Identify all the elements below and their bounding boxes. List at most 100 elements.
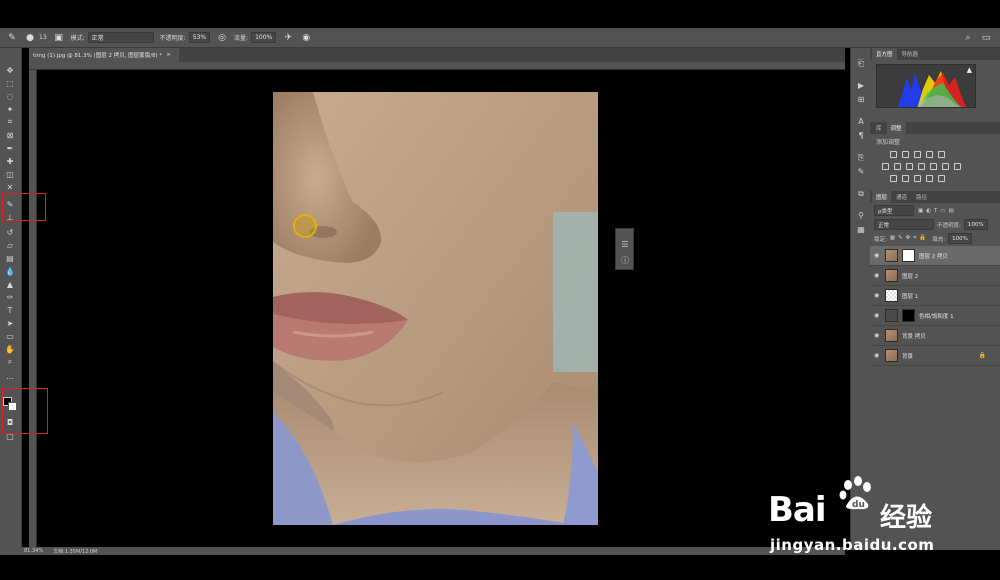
brush-preset-picker[interactable]: ● 13 xyxy=(24,32,47,44)
text-tool-icon[interactable]: T xyxy=(3,304,17,316)
horizontal-ruler[interactable] xyxy=(29,62,845,70)
threshold-icon[interactable] xyxy=(914,175,921,182)
gradient-map-icon[interactable] xyxy=(938,175,945,182)
gradient-tool-icon[interactable]: ▤ xyxy=(3,252,17,264)
pen-tool-icon[interactable]: ✑ xyxy=(3,291,17,303)
invert-icon[interactable] xyxy=(890,175,897,182)
dodge-tool-icon[interactable]: ▲ xyxy=(3,278,17,290)
clone-source-icon[interactable]: ⎘ xyxy=(855,152,867,163)
close-tab-icon[interactable]: × xyxy=(166,52,171,58)
color-balance-icon[interactable] xyxy=(894,163,901,170)
patch-tool-icon[interactable]: ◫ xyxy=(3,168,17,180)
document-tab[interactable]: timg (1).jpg @ 81.3% (图层 2 拷贝, 图层蒙版/8) *… xyxy=(29,48,179,62)
layer-row[interactable]: ◉ 色相/饱和度 1 xyxy=(870,306,1000,326)
hue-saturation-icon[interactable] xyxy=(882,163,889,170)
curves-icon[interactable] xyxy=(914,151,921,158)
path-select-icon[interactable]: ➤ xyxy=(3,317,17,329)
tab-paths[interactable]: 路径 xyxy=(912,191,931,203)
levels-icon[interactable] xyxy=(902,151,909,158)
exposure-icon[interactable] xyxy=(926,151,933,158)
search-icon[interactable]: ⌕ xyxy=(962,32,974,44)
more-tools-icon[interactable]: … xyxy=(3,370,17,382)
brightness-icon[interactable] xyxy=(890,151,897,158)
layer-row[interactable]: ◉ 背景 拷贝 xyxy=(870,326,1000,346)
brush-tool-icon[interactable]: ✎ xyxy=(6,32,18,44)
tab-navigator[interactable]: 导航器 xyxy=(898,48,923,60)
quick-select-icon[interactable]: ✦ xyxy=(3,103,17,115)
swatches-icon[interactable]: ▦ xyxy=(855,224,867,235)
visibility-eye-icon[interactable]: ◉ xyxy=(874,312,881,319)
document-image[interactable] xyxy=(273,92,598,525)
pressure-opacity-icon[interactable]: ◎ xyxy=(216,32,228,44)
warning-icon[interactable]: ▲ xyxy=(967,66,972,74)
layer-name[interactable]: 图层 2 拷贝 xyxy=(919,252,948,260)
photo-filter-icon[interactable] xyxy=(918,163,925,170)
lock-icons[interactable]: ▦✎✥⌗🔒 xyxy=(890,235,929,242)
layer-mask-thumbnail[interactable] xyxy=(902,309,915,322)
tab-histogram[interactable]: 直方图 xyxy=(872,48,897,60)
mode-select[interactable]: 正常 xyxy=(87,32,154,43)
vibrance-icon[interactable] xyxy=(938,151,945,158)
tab-adjustments[interactable]: 调整 xyxy=(886,122,906,134)
black-white-icon[interactable] xyxy=(906,163,913,170)
layer-row[interactable]: ◉ 图层 1 xyxy=(870,286,1000,306)
hand-tool-icon[interactable]: ✋ xyxy=(3,343,17,355)
marquee-tool-icon[interactable]: ⬚ xyxy=(3,77,17,89)
visibility-eye-icon[interactable]: ◉ xyxy=(874,252,881,259)
paragraph-panel-icon[interactable]: ¶ xyxy=(855,130,867,141)
crop-tool-icon[interactable]: ⌗ xyxy=(3,116,17,128)
frame-tool-icon[interactable]: ⊠ xyxy=(3,129,17,141)
color-lookup-icon[interactable] xyxy=(942,163,949,170)
channel-mixer-icon[interactable] xyxy=(930,163,937,170)
visibility-eye-icon[interactable]: ◉ xyxy=(874,292,881,299)
selective-color-icon[interactable] xyxy=(926,175,933,182)
visibility-eye-icon[interactable]: ◉ xyxy=(874,352,881,359)
eraser-icon[interactable]: ▱ xyxy=(3,239,17,251)
layer-row[interactable]: ◉ 图层 2 xyxy=(870,266,1000,286)
pressure-size-icon[interactable]: ◉ xyxy=(300,32,312,44)
opacity-input[interactable]: 53% xyxy=(188,32,211,43)
shape-tool-icon[interactable]: ▭ xyxy=(3,330,17,342)
lasso-tool-icon[interactable]: ◌ xyxy=(3,90,17,102)
blur-tool-icon[interactable]: 💧 xyxy=(3,265,17,277)
tab-channels[interactable]: 通道 xyxy=(892,191,911,203)
flow-input[interactable]: 100% xyxy=(251,32,277,43)
layer-name[interactable]: 图层 2 xyxy=(902,272,918,280)
eyedropper-icon[interactable]: ✒ xyxy=(3,142,17,154)
properties-panel-icon[interactable]: ⚲ xyxy=(855,210,867,221)
brush-settings-icon[interactable]: ⊞ xyxy=(855,94,867,105)
info-icon[interactable]: ⓘ xyxy=(619,255,631,266)
layer-name[interactable]: 色相/饱和度 1 xyxy=(919,312,954,320)
layer-row[interactable]: ◉ 图层 2 拷贝 xyxy=(870,246,1000,266)
fill-input[interactable]: 100% xyxy=(948,233,972,244)
posterize-icon[interactable] xyxy=(902,175,909,182)
character-panel-icon[interactable]: A xyxy=(855,116,867,127)
layer-name[interactable]: 背景 拷贝 xyxy=(902,332,926,340)
tab-libraries[interactable]: 库 xyxy=(872,122,886,134)
zoom-tool-icon[interactable]: ⌕ xyxy=(3,356,17,368)
libraries-icon[interactable]: ⧉ xyxy=(855,188,867,199)
brush-panel-icon[interactable]: ▣ xyxy=(53,32,65,44)
visibility-eye-icon[interactable]: ◉ xyxy=(874,272,881,279)
grid-icon[interactable] xyxy=(954,163,961,170)
vertical-ruler[interactable] xyxy=(29,70,37,547)
tool-presets-icon[interactable]: ✎ xyxy=(855,166,867,177)
zoom-level[interactable]: 81.34% xyxy=(24,548,43,554)
layer-name[interactable]: 图层 1 xyxy=(902,292,918,300)
history-panel-icon[interactable]: ⎗ xyxy=(855,58,867,69)
layer-row[interactable]: ◉ 背景 🔒 xyxy=(870,346,1000,366)
layer-filter-select[interactable]: ρ类型 xyxy=(874,205,914,216)
layer-name[interactable]: 背景 xyxy=(902,352,913,360)
visibility-eye-icon[interactable]: ◉ xyxy=(874,332,881,339)
airbrush-icon[interactable]: ✈ xyxy=(282,32,294,44)
history-brush-icon[interactable]: ↺ xyxy=(3,226,17,238)
filter-icons[interactable]: ▣◐T▭▤ xyxy=(918,208,957,214)
properties-icon[interactable]: ☰ xyxy=(619,239,631,250)
blend-mode-select[interactable]: 正常 xyxy=(874,219,934,230)
healing-brush-icon[interactable]: ✚ xyxy=(3,155,17,167)
play-actions-icon[interactable]: ▶ xyxy=(855,80,867,91)
layer-opacity-input[interactable]: 100% xyxy=(963,219,988,230)
red-eye-icon[interactable]: ✕ xyxy=(3,181,17,193)
layer-mask-thumbnail[interactable] xyxy=(902,249,915,262)
workspace-icon[interactable]: ▭ xyxy=(980,32,992,44)
